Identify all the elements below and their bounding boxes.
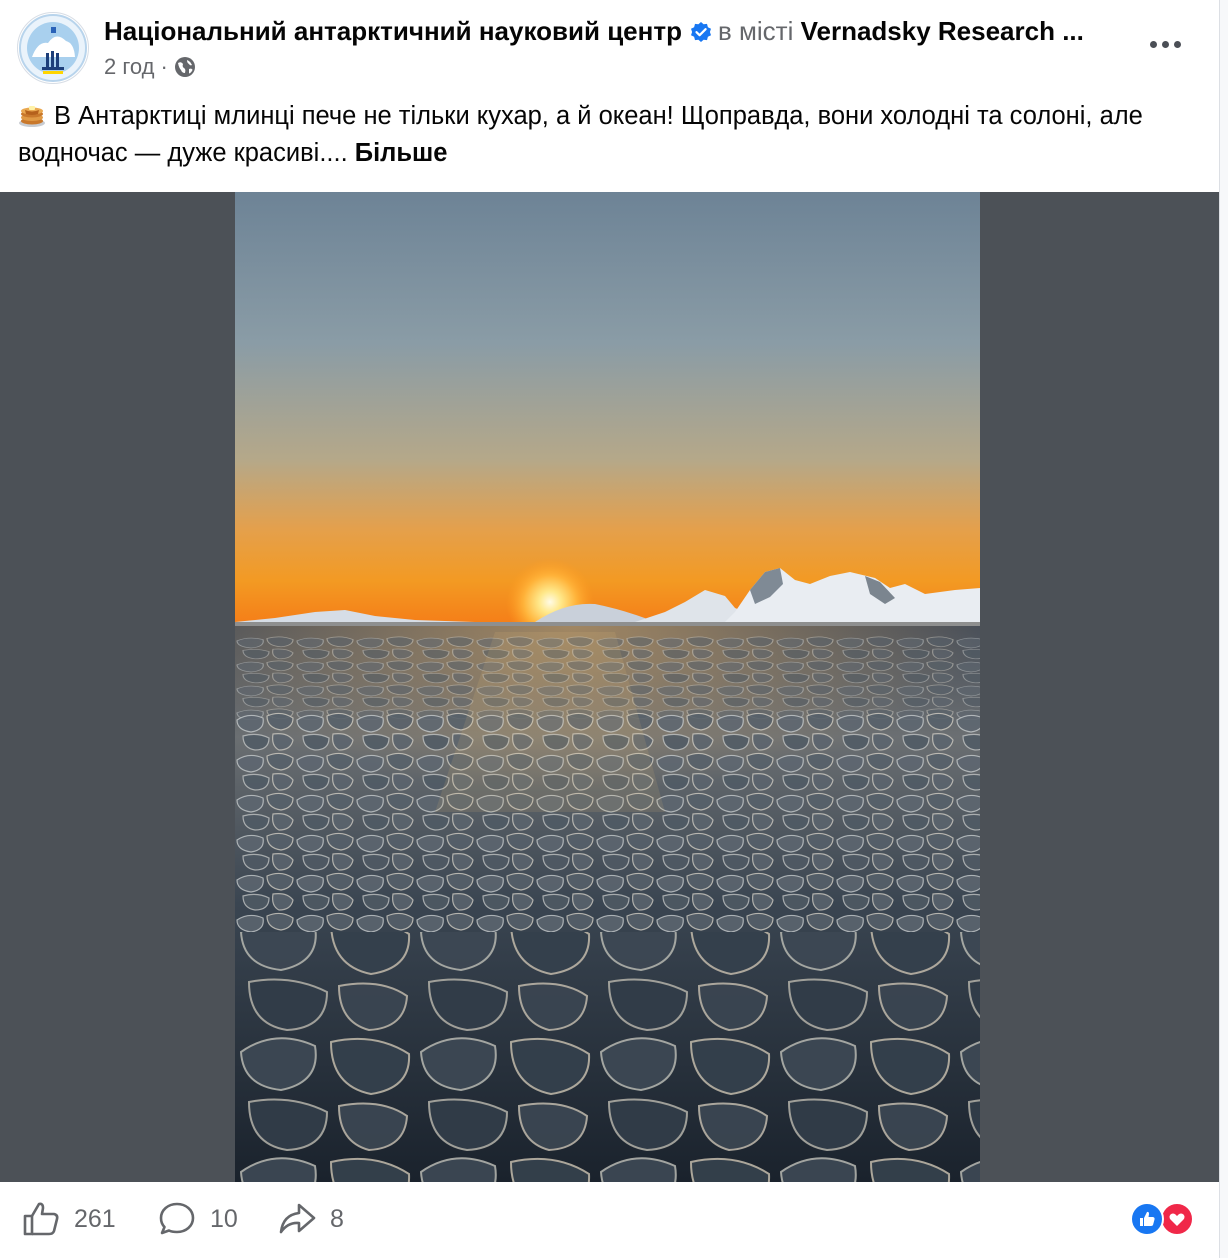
post-meta: 2 год · (104, 52, 196, 82)
post-body-text: В Антарктиці млинці пече не тільки кухар… (18, 102, 1143, 167)
share-arrow-icon (279, 1203, 316, 1234)
location-prefix: в місті (717, 16, 794, 46)
location-link[interactable]: Vernadsky Research ... (801, 16, 1084, 46)
pancake-emoji-icon (18, 102, 46, 127)
meta-separator: · (160, 54, 168, 79)
post-header-title: Національний антарктичний науковий центр… (104, 14, 1134, 48)
comment-bubble-icon (159, 1202, 195, 1235)
see-more-link[interactable]: Більше (355, 139, 448, 167)
reactions-summary[interactable] (1128, 1200, 1200, 1240)
globe-icon[interactable] (174, 56, 196, 78)
like-reaction-icon (1130, 1202, 1164, 1236)
comment-count: 10 (210, 1204, 238, 1233)
page-scroll-gutter (1220, 0, 1228, 1258)
post-timestamp[interactable]: 2 год (104, 52, 154, 82)
verified-badge-icon (690, 17, 712, 48)
photo-backdrop (0, 192, 1219, 1182)
more-dot (1161, 40, 1169, 48)
antarctic-sunset-pancake-ice-photo (235, 192, 980, 1182)
post-card: Національний антарктичний науковий центр… (0, 0, 1220, 1258)
page-name-link[interactable]: Національний антарктичний науковий центр (104, 16, 682, 46)
share-count: 8 (330, 1204, 344, 1233)
post-photo[interactable] (235, 192, 980, 1182)
thumbs-up-icon (23, 1202, 59, 1236)
share-button[interactable]: 8 (278, 1199, 344, 1239)
more-dot (1173, 40, 1181, 48)
antarctic-center-logo-icon (19, 14, 87, 82)
post-text: В Антарктиці млинці пече не тільки кухар… (18, 98, 1208, 172)
post-actions-bar: 261 10 8 (0, 1182, 1219, 1258)
comment-button[interactable]: 10 (158, 1199, 238, 1239)
more-options-icon (1149, 40, 1157, 48)
like-button[interactable]: 261 (22, 1199, 116, 1239)
page-avatar[interactable] (17, 12, 89, 84)
love-reaction-icon (1160, 1202, 1194, 1236)
like-count: 261 (74, 1204, 116, 1233)
more-options-button[interactable] (1140, 24, 1190, 64)
